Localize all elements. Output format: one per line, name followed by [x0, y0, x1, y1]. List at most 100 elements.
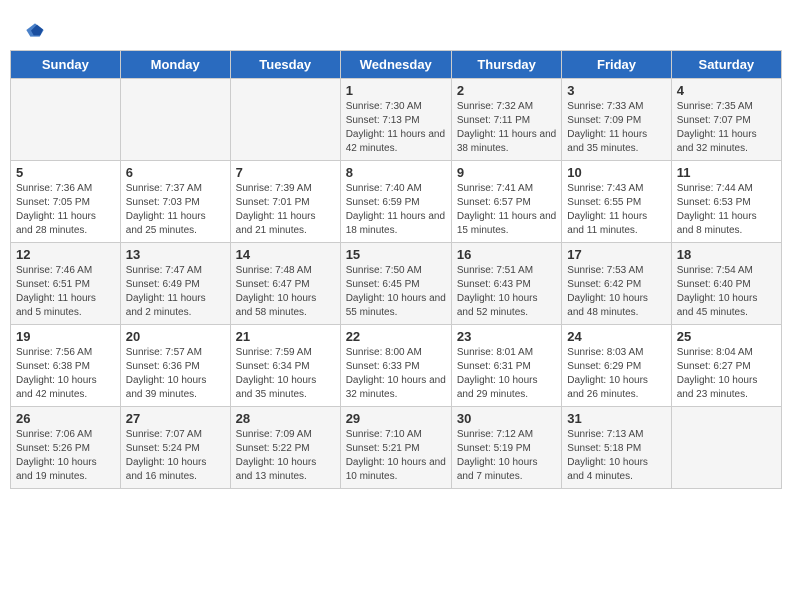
day-number: 25	[677, 329, 776, 344]
day-info: Sunrise: 8:01 AM Sunset: 6:31 PM Dayligh…	[457, 346, 556, 402]
day-info: Sunrise: 7:36 AM Sunset: 7:05 PM Dayligh…	[16, 182, 115, 238]
day-number: 24	[567, 329, 665, 344]
logo	[25, 20, 49, 40]
day-number: 8	[346, 165, 446, 180]
day-info: Sunrise: 7:59 AM Sunset: 6:34 PM Dayligh…	[236, 346, 335, 402]
calendar-day-header: Saturday	[671, 51, 781, 79]
calendar-day-cell: 23 Sunrise: 8:01 AM Sunset: 6:31 PM Dayli…	[451, 325, 561, 407]
day-info: Sunrise: 7:37 AM Sunset: 7:03 PM Dayligh…	[126, 182, 225, 238]
day-number: 12	[16, 247, 115, 262]
calendar-day-cell: 11 Sunrise: 7:44 AM Sunset: 6:53 PM Dayli…	[671, 161, 781, 243]
calendar-day-cell: 12 Sunrise: 7:46 AM Sunset: 6:51 PM Dayli…	[11, 243, 121, 325]
day-info: Sunrise: 7:12 AM Sunset: 5:19 PM Dayligh…	[457, 428, 556, 484]
calendar-day-header: Friday	[562, 51, 671, 79]
day-number: 26	[16, 411, 115, 426]
day-info: Sunrise: 7:40 AM Sunset: 6:59 PM Dayligh…	[346, 182, 446, 238]
page-header	[10, 10, 782, 45]
calendar-week-row: 12 Sunrise: 7:46 AM Sunset: 6:51 PM Dayli…	[11, 243, 782, 325]
calendar-table: SundayMondayTuesdayWednesdayThursdayFrid…	[10, 50, 782, 489]
calendar-day-cell: 31 Sunrise: 7:13 AM Sunset: 5:18 PM Dayli…	[562, 407, 671, 489]
calendar-week-row: 19 Sunrise: 7:56 AM Sunset: 6:38 PM Dayli…	[11, 325, 782, 407]
day-number: 31	[567, 411, 665, 426]
day-info: Sunrise: 7:10 AM Sunset: 5:21 PM Dayligh…	[346, 428, 446, 484]
calendar-day-cell: 30 Sunrise: 7:12 AM Sunset: 5:19 PM Dayli…	[451, 407, 561, 489]
day-number: 30	[457, 411, 556, 426]
calendar-day-cell: 15 Sunrise: 7:50 AM Sunset: 6:45 PM Dayli…	[340, 243, 451, 325]
day-number: 20	[126, 329, 225, 344]
day-info: Sunrise: 7:46 AM Sunset: 6:51 PM Dayligh…	[16, 264, 115, 320]
calendar-day-header: Wednesday	[340, 51, 451, 79]
day-number: 14	[236, 247, 335, 262]
day-number: 16	[457, 247, 556, 262]
day-number: 1	[346, 83, 446, 98]
day-info: Sunrise: 7:56 AM Sunset: 6:38 PM Dayligh…	[16, 346, 115, 402]
calendar-day-cell: 17 Sunrise: 7:53 AM Sunset: 6:42 PM Dayli…	[562, 243, 671, 325]
day-number: 5	[16, 165, 115, 180]
day-number: 6	[126, 165, 225, 180]
calendar-day-cell: 8 Sunrise: 7:40 AM Sunset: 6:59 PM Daylig…	[340, 161, 451, 243]
calendar-day-cell: 10Sunrise: 7:43 AM Sunset: 6:55 PM Dayli…	[562, 161, 671, 243]
calendar-week-row: 1 Sunrise: 7:30 AM Sunset: 7:13 PM Daylig…	[11, 79, 782, 161]
day-info: Sunrise: 7:39 AM Sunset: 7:01 PM Dayligh…	[236, 182, 335, 238]
day-number: 18	[677, 247, 776, 262]
calendar-day-cell: 14 Sunrise: 7:48 AM Sunset: 6:47 PM Dayli…	[230, 243, 340, 325]
calendar-day-cell: 3 Sunrise: 7:33 AM Sunset: 7:09 PM Daylig…	[562, 79, 671, 161]
day-number: 10	[567, 165, 665, 180]
calendar-day-cell: 16 Sunrise: 7:51 AM Sunset: 6:43 PM Dayli…	[451, 243, 561, 325]
day-info: Sunrise: 8:00 AM Sunset: 6:33 PM Dayligh…	[346, 346, 446, 402]
day-info: Sunrise: 7:44 AM Sunset: 6:53 PM Dayligh…	[677, 182, 776, 238]
calendar-day-cell: 5 Sunrise: 7:36 AM Sunset: 7:05 PM Daylig…	[11, 161, 121, 243]
calendar-day-cell: 21 Sunrise: 7:59 AM Sunset: 6:34 PM Dayli…	[230, 325, 340, 407]
calendar-day-cell: 27Sunrise: 7:07 AM Sunset: 5:24 PM Dayli…	[120, 407, 230, 489]
day-info: Sunrise: 7:30 AM Sunset: 7:13 PM Dayligh…	[346, 100, 446, 156]
day-info: Sunrise: 7:13 AM Sunset: 5:18 PM Dayligh…	[567, 428, 665, 484]
day-number: 3	[567, 83, 665, 98]
calendar-day-cell	[120, 79, 230, 161]
day-number: 17	[567, 247, 665, 262]
day-info: Sunrise: 7:54 AM Sunset: 6:40 PM Dayligh…	[677, 264, 776, 320]
day-info: Sunrise: 7:35 AM Sunset: 7:07 PM Dayligh…	[677, 100, 776, 156]
day-number: 23	[457, 329, 556, 344]
day-info: Sunrise: 7:50 AM Sunset: 6:45 PM Dayligh…	[346, 264, 446, 320]
calendar-day-cell: 19 Sunrise: 7:56 AM Sunset: 6:38 PM Dayli…	[11, 325, 121, 407]
calendar-day-cell	[230, 79, 340, 161]
day-number: 13	[126, 247, 225, 262]
day-number: 27	[126, 411, 225, 426]
day-info: Sunrise: 7:33 AM Sunset: 7:09 PM Dayligh…	[567, 100, 665, 156]
day-info: Sunrise: 7:57 AM Sunset: 6:36 PM Dayligh…	[126, 346, 225, 402]
day-info: Sunrise: 7:53 AM Sunset: 6:42 PM Dayligh…	[567, 264, 665, 320]
calendar-week-row: 5 Sunrise: 7:36 AM Sunset: 7:05 PM Daylig…	[11, 161, 782, 243]
day-info: Sunrise: 7:47 AM Sunset: 6:49 PM Dayligh…	[126, 264, 225, 320]
day-info: Sunrise: 7:09 AM Sunset: 5:22 PM Dayligh…	[236, 428, 335, 484]
day-info: Sunrise: 7:51 AM Sunset: 6:43 PM Dayligh…	[457, 264, 556, 320]
calendar-day-cell: 20 Sunrise: 7:57 AM Sunset: 6:36 PM Dayli…	[120, 325, 230, 407]
calendar-day-cell: 4Sunrise: 7:35 AM Sunset: 7:07 PM Daylig…	[671, 79, 781, 161]
day-number: 2	[457, 83, 556, 98]
calendar-day-cell: 28Sunrise: 7:09 AM Sunset: 5:22 PM Dayli…	[230, 407, 340, 489]
logo-icon	[25, 20, 45, 40]
day-info: Sunrise: 7:41 AM Sunset: 6:57 PM Dayligh…	[457, 182, 556, 238]
day-number: 11	[677, 165, 776, 180]
day-info: Sunrise: 7:06 AM Sunset: 5:26 PM Dayligh…	[16, 428, 115, 484]
calendar-day-header: Monday	[120, 51, 230, 79]
calendar-day-cell: 26 Sunrise: 7:06 AM Sunset: 5:26 PM Dayli…	[11, 407, 121, 489]
day-number: 22	[346, 329, 446, 344]
day-info: Sunrise: 7:32 AM Sunset: 7:11 PM Dayligh…	[457, 100, 556, 156]
calendar-day-cell	[671, 407, 781, 489]
calendar-week-row: 26 Sunrise: 7:06 AM Sunset: 5:26 PM Dayli…	[11, 407, 782, 489]
calendar-day-cell	[11, 79, 121, 161]
day-number: 21	[236, 329, 335, 344]
calendar-day-cell: 24 Sunrise: 8:03 AM Sunset: 6:29 PM Dayli…	[562, 325, 671, 407]
calendar-day-cell: 1 Sunrise: 7:30 AM Sunset: 7:13 PM Daylig…	[340, 79, 451, 161]
day-info: Sunrise: 8:03 AM Sunset: 6:29 PM Dayligh…	[567, 346, 665, 402]
calendar-day-header: Tuesday	[230, 51, 340, 79]
day-number: 15	[346, 247, 446, 262]
calendar-day-cell: 18 Sunrise: 7:54 AM Sunset: 6:40 PM Dayli…	[671, 243, 781, 325]
day-number: 7	[236, 165, 335, 180]
day-info: Sunrise: 7:48 AM Sunset: 6:47 PM Dayligh…	[236, 264, 335, 320]
day-number: 19	[16, 329, 115, 344]
day-number: 9	[457, 165, 556, 180]
day-info: Sunrise: 8:04 AM Sunset: 6:27 PM Dayligh…	[677, 346, 776, 402]
calendar-header-row: SundayMondayTuesdayWednesdayThursdayFrid…	[11, 51, 782, 79]
calendar-day-cell: 2 Sunrise: 7:32 AM Sunset: 7:11 PM Daylig…	[451, 79, 561, 161]
